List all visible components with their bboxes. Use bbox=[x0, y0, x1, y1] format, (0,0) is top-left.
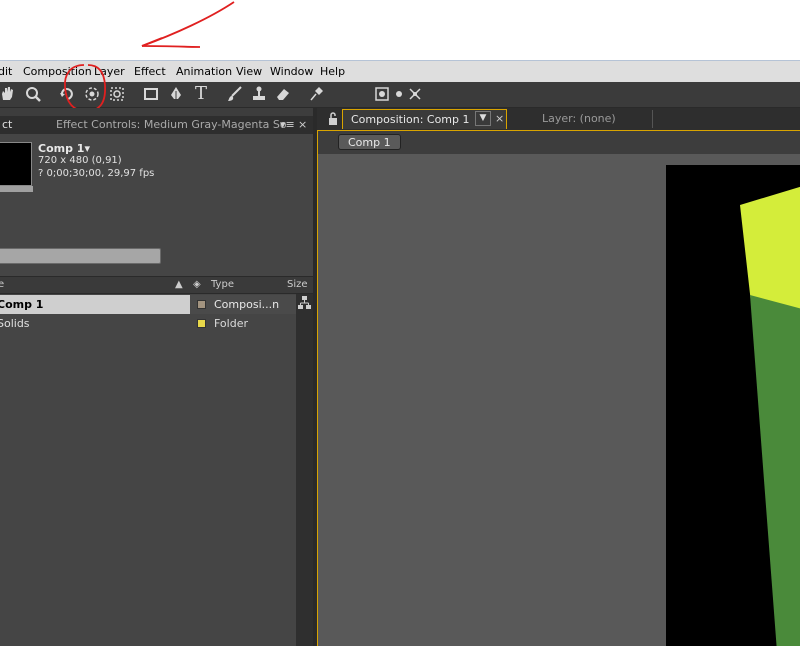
project-search-input[interactable] bbox=[0, 248, 161, 264]
thumbnail-bar bbox=[0, 186, 33, 192]
table-row[interactable]: Solids Folder bbox=[0, 314, 296, 333]
sort-up-icon[interactable]: ▲ bbox=[175, 279, 183, 290]
eraser-icon[interactable] bbox=[274, 85, 292, 103]
close-icon[interactable]: × bbox=[298, 116, 310, 134]
menu-animation[interactable]: Animation bbox=[176, 65, 232, 78]
composition-canvas[interactable] bbox=[666, 165, 800, 646]
table-row[interactable]: Comp 1 Composi...n bbox=[0, 295, 296, 314]
column-name[interactable]: e bbox=[0, 279, 4, 290]
red-arrow-annotation bbox=[141, 1, 235, 48]
tab-composition[interactable]: Composition: Comp 1 ▼ × bbox=[342, 109, 507, 129]
selected-item-duration: ? 0;00;30;00, 29,97 fps bbox=[38, 168, 155, 179]
zoom-icon[interactable] bbox=[24, 85, 42, 103]
hand-icon[interactable] bbox=[0, 85, 16, 103]
row-type: Folder bbox=[214, 317, 248, 330]
row-name: Comp 1 bbox=[0, 298, 44, 311]
project-panel-body: Comp 1▾ 720 x 480 (0,91) ? 0;00;30;00, 2… bbox=[0, 134, 313, 646]
menu-bar: dit Composition Layer Effect Animation V… bbox=[0, 60, 800, 82]
comp-thumbnail bbox=[0, 142, 32, 186]
composition-panel: Composition: Comp 1 ▼ × Layer: (none) Co… bbox=[317, 108, 800, 646]
selected-item-name: Comp 1▾ bbox=[38, 142, 90, 155]
composition-panel-tabs: Composition: Comp 1 ▼ × Layer: (none) bbox=[317, 108, 800, 130]
panel-menu-icon[interactable]: ▾≡ bbox=[280, 116, 298, 134]
column-size[interactable]: Size bbox=[287, 279, 308, 290]
local-axis-icon[interactable] bbox=[373, 85, 391, 103]
menu-edit[interactable]: dit bbox=[0, 65, 12, 78]
label-tag-icon[interactable]: ◈ bbox=[193, 279, 201, 290]
flowchart-icon[interactable] bbox=[296, 294, 313, 312]
composition-tab-label: Composition: Comp 1 bbox=[351, 113, 470, 126]
canvas-shapes bbox=[740, 186, 800, 646]
lock-icon[interactable] bbox=[327, 112, 341, 126]
tab-separator bbox=[652, 110, 653, 128]
menu-effect[interactable]: Effect bbox=[134, 65, 166, 78]
menu-window[interactable]: Window bbox=[270, 65, 313, 78]
label-color-swatch[interactable] bbox=[197, 319, 206, 328]
puppet-pin-icon[interactable] bbox=[307, 85, 325, 103]
tab-layer[interactable]: Layer: (none) bbox=[542, 112, 616, 125]
brush-icon[interactable] bbox=[226, 85, 244, 103]
close-icon[interactable]: × bbox=[495, 112, 504, 125]
type-icon[interactable]: T bbox=[192, 85, 210, 103]
menu-view[interactable]: View bbox=[236, 65, 262, 78]
tools-toolbar: T bbox=[0, 64, 800, 112]
chevron-down-icon[interactable]: ▼ bbox=[475, 111, 491, 126]
tab-effect-controls[interactable]: Effect Controls: Medium Gray-Magenta So bbox=[38, 116, 294, 134]
label-color-swatch[interactable] bbox=[197, 300, 206, 309]
pen-icon[interactable] bbox=[167, 85, 185, 103]
row-type: Composi...n bbox=[214, 298, 280, 311]
clone-stamp-icon[interactable] bbox=[250, 85, 268, 103]
composition-navigator-bar: Comp 1 bbox=[317, 130, 800, 154]
row-name: Solids bbox=[0, 317, 30, 330]
menu-help[interactable]: Help bbox=[320, 65, 345, 78]
view-axis-icon[interactable] bbox=[406, 85, 424, 103]
composition-viewer[interactable] bbox=[317, 154, 800, 646]
tab-project[interactable]: ct bbox=[0, 116, 32, 134]
annotation-area bbox=[0, 0, 800, 60]
project-panel: ct Effect Controls: Medium Gray-Magenta … bbox=[0, 108, 313, 646]
column-type[interactable]: Type bbox=[211, 279, 234, 290]
selected-item-dimensions: 720 x 480 (0,91) bbox=[38, 155, 122, 166]
column-headers: e ▲ ◈ Type Size bbox=[0, 276, 313, 294]
comp-1-button[interactable]: Comp 1 bbox=[338, 134, 401, 150]
vertical-scrollbar[interactable] bbox=[296, 294, 313, 646]
after-effects-window: dit Composition Layer Effect Animation V… bbox=[0, 60, 800, 646]
left-panel-tabs: ct Effect Controls: Medium Gray-Magenta … bbox=[0, 116, 313, 134]
rectangle-icon[interactable] bbox=[142, 85, 160, 103]
